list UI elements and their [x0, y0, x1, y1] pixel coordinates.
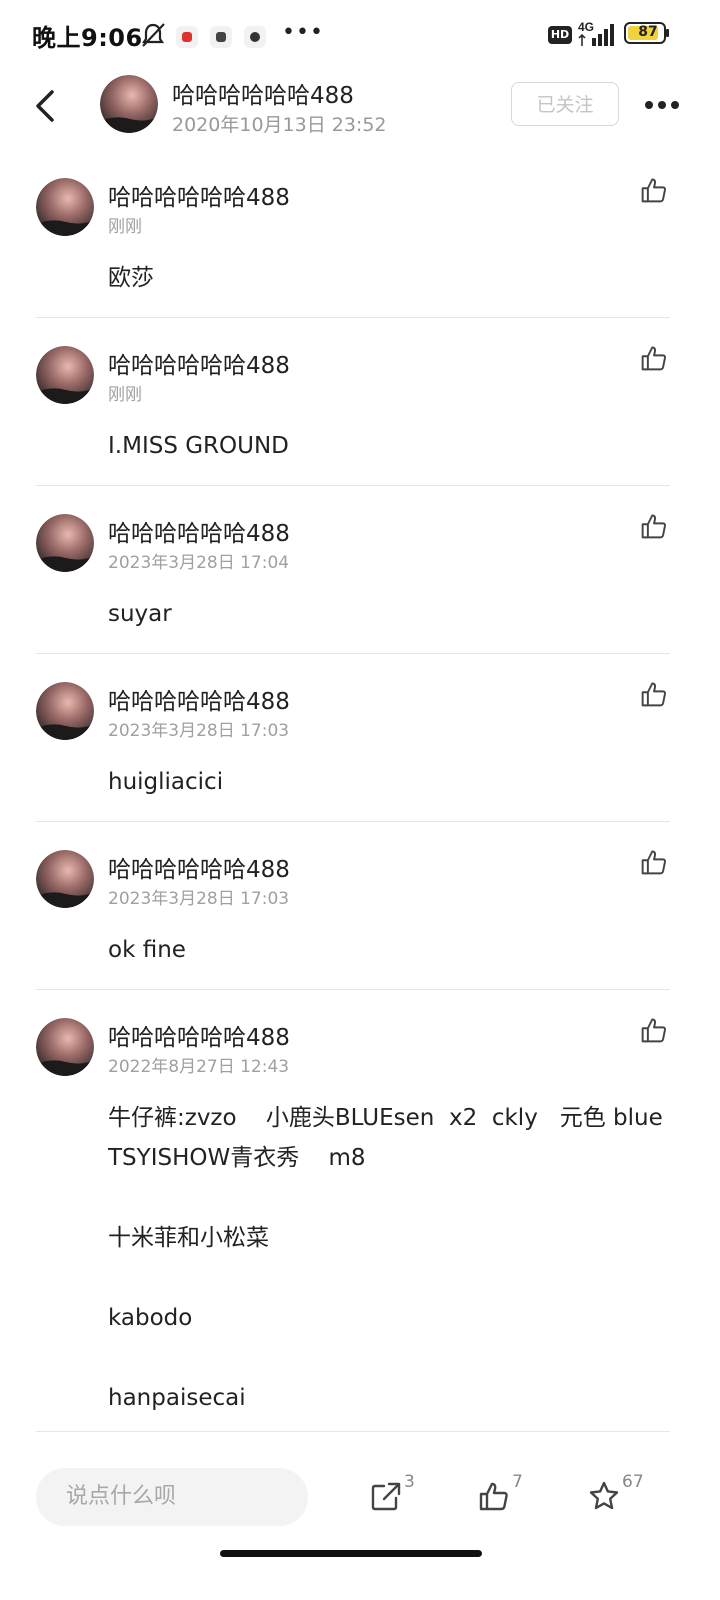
- hd-icon: HD: [548, 26, 572, 44]
- status-time: 晚上9:06: [32, 24, 143, 52]
- comment-item: 哈哈哈哈哈哈488 2023年3月28日 17:03 ok fine: [0, 822, 720, 990]
- bottom-action-bar: 说点什么呗 3 7 67: [0, 1462, 720, 1542]
- network-type-label: 4G: [578, 20, 594, 34]
- commenter-avatar[interactable]: [36, 850, 94, 908]
- commenter-name[interactable]: 哈哈哈哈哈哈488: [108, 514, 290, 548]
- favorite-count: 67: [622, 1472, 644, 1492]
- back-arrow-icon[interactable]: [28, 86, 62, 126]
- comment-like-icon[interactable]: [640, 512, 668, 540]
- chat-app-icon: [244, 26, 266, 48]
- commenter-avatar[interactable]: [36, 514, 94, 572]
- comment-item: 哈哈哈哈哈哈488 刚刚 I.MISS GROUND: [0, 318, 720, 486]
- post-timestamp: 2020年10月13日 23:52: [172, 114, 387, 136]
- commenter-avatar[interactable]: [36, 682, 94, 740]
- comment-time: 刚刚: [108, 217, 142, 237]
- status-bar: 晚上9:06 ••• HD 4G 87: [0, 0, 720, 70]
- comment-time: 2022年8月27日 12:43: [108, 1057, 290, 1077]
- comment-like-icon[interactable]: [640, 344, 668, 372]
- commenter-avatar[interactable]: [36, 178, 94, 236]
- comment-item: 哈哈哈哈哈哈488 刚刚 欧莎: [0, 150, 720, 318]
- comment-text: huigliacici: [108, 769, 224, 795]
- comment-item: 哈哈哈哈哈哈488 2023年3月28日 17:03 huigliacici: [0, 654, 720, 822]
- comment-item: 哈哈哈哈哈哈488 2022年8月27日 12:43 牛仔裤:zvzo 小鹿头B…: [0, 990, 720, 1432]
- comment-item: 哈哈哈哈哈哈488 2023年3月28日 17:04 suyar: [0, 486, 720, 654]
- comment-text: 欧莎: [108, 265, 154, 291]
- app-notification-icon: [176, 26, 198, 48]
- commenter-name[interactable]: 哈哈哈哈哈哈488: [108, 346, 290, 380]
- commenter-name[interactable]: 哈哈哈哈哈哈488: [108, 1018, 290, 1052]
- battery-level: 87: [638, 24, 658, 40]
- comment-like-icon[interactable]: [640, 848, 668, 876]
- signal-icon: 4G: [578, 20, 614, 46]
- comment-text: I.MISS GROUND: [108, 433, 289, 459]
- commenter-name[interactable]: 哈哈哈哈哈哈488: [108, 682, 290, 716]
- comment-input[interactable]: 说点什么呗: [36, 1468, 308, 1526]
- author-name[interactable]: 哈哈哈哈哈哈488: [172, 76, 354, 110]
- more-notifications-icon: •••: [282, 20, 324, 45]
- commenter-avatar[interactable]: [36, 1018, 94, 1076]
- following-button[interactable]: 已关注: [511, 82, 619, 126]
- video-app-icon: [210, 26, 232, 48]
- comment-time: 2023年3月28日 17:03: [108, 721, 290, 741]
- share-icon: [371, 1482, 401, 1511]
- post-header: 哈哈哈哈哈哈488 2020年10月13日 23:52 已关注: [0, 70, 720, 150]
- comment-like-icon[interactable]: [640, 176, 668, 204]
- comment-time: 2023年3月28日 17:04: [108, 553, 290, 573]
- comment-like-icon[interactable]: [640, 680, 668, 708]
- share-count: 3: [404, 1472, 415, 1492]
- comment-list: 哈哈哈哈哈哈488 刚刚 欧莎 哈哈哈哈哈哈488 刚刚 I.MISS GROU…: [0, 150, 720, 1432]
- commenter-avatar[interactable]: [36, 346, 94, 404]
- notification-muted-icon: [141, 23, 165, 47]
- comment-text: ok fine: [108, 937, 186, 963]
- divider: [36, 1431, 670, 1432]
- commenter-name[interactable]: 哈哈哈哈哈哈488: [108, 850, 290, 884]
- comment-text: 牛仔裤:zvzo 小鹿头BLUEsen x2 ckly 元色 blue TSYI…: [108, 1105, 663, 1411]
- more-options-icon[interactable]: [644, 100, 680, 110]
- comment-text: suyar: [108, 601, 172, 627]
- comment-time: 2023年3月28日 17:03: [108, 889, 290, 909]
- star-icon: [589, 1481, 619, 1510]
- home-indicator[interactable]: [220, 1550, 482, 1557]
- thumbs-up-icon: [479, 1482, 508, 1511]
- comment-like-icon[interactable]: [640, 1016, 668, 1044]
- author-avatar[interactable]: [100, 75, 158, 133]
- like-count: 7: [512, 1472, 523, 1492]
- comment-time: 刚刚: [108, 385, 142, 405]
- commenter-name[interactable]: 哈哈哈哈哈哈488: [108, 178, 290, 212]
